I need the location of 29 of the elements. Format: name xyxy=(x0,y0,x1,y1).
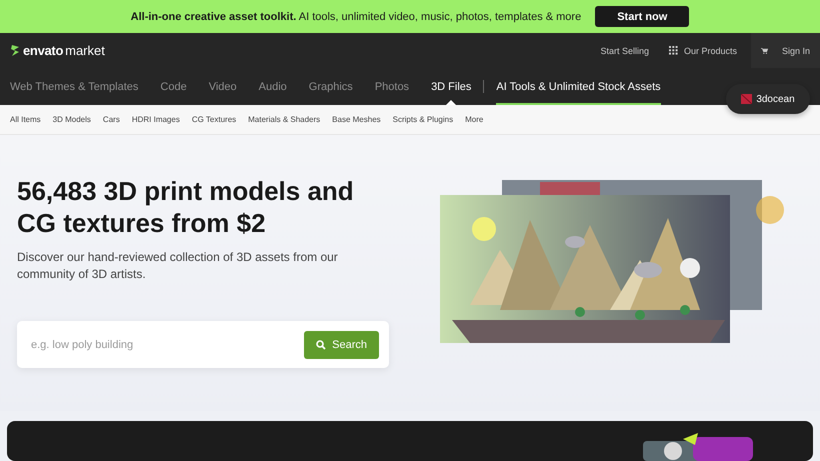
subcategory-link[interactable]: 3D Models xyxy=(52,115,91,124)
subcategory-link[interactable]: Scripts & Plugins xyxy=(392,115,454,124)
subcategory-link[interactable]: Base Meshes xyxy=(332,115,381,124)
category-tab[interactable]: Video xyxy=(208,68,237,105)
category-tab[interactable]: Audio xyxy=(258,68,287,105)
category-tab[interactable]: Code xyxy=(160,68,187,105)
subcategory-link[interactable]: More xyxy=(465,115,484,124)
site-badge[interactable]: 3docean xyxy=(726,84,810,114)
subcategory-link[interactable]: HDRI Images xyxy=(132,115,180,124)
our-products-link[interactable]: Our Products xyxy=(668,46,737,56)
category-tab[interactable]: Photos xyxy=(374,68,410,105)
badge-logo-icon xyxy=(741,94,752,104)
subcategory-link[interactable]: Materials & Shaders xyxy=(248,115,320,124)
start-selling-link[interactable]: Start Selling xyxy=(600,46,649,56)
category-tab[interactable]: Web Themes & Templates xyxy=(10,68,138,105)
logo[interactable]: envato market xyxy=(10,43,105,58)
start-now-button[interactable]: Start now xyxy=(595,6,690,27)
subcategory-link[interactable]: Cars xyxy=(102,115,120,124)
promo-text: All-in-one creative asset toolkit. AI tools, unlimited video, music, photos, templates & more xyxy=(130,10,582,22)
category-tab[interactable]: Graphics xyxy=(308,68,353,105)
sign-in-link[interactable]: Sign In xyxy=(782,46,810,56)
cart-icon[interactable] xyxy=(761,46,768,56)
grid-icon xyxy=(668,46,678,55)
category-tab[interactable]: 3D Files xyxy=(431,68,472,105)
search-icon xyxy=(316,340,326,350)
hero-subtitle: Discover our hand-reviewed collection of 3D assets from our community of 3D artists. xyxy=(17,249,339,283)
subcategory-link[interactable]: All Items xyxy=(10,115,41,124)
hero-title: 56,483 3D print models and CG textures from $2 xyxy=(17,175,355,239)
subcategory-link[interactable]: CG Textures xyxy=(192,115,236,124)
